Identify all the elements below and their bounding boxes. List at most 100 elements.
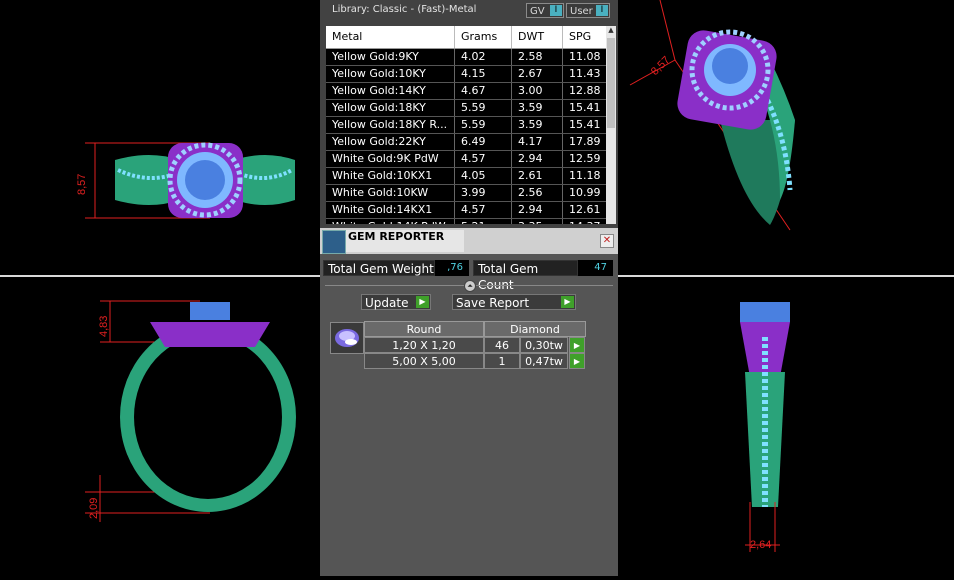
metal-table-header: Metal Grams DWT SPG xyxy=(326,26,606,49)
update-label: Update xyxy=(365,296,409,310)
viewport-top-left[interactable]: 8,57 xyxy=(0,0,320,275)
save-report-button[interactable]: Save Report ▶ xyxy=(452,294,576,310)
dwt-cell: 2.67 xyxy=(512,66,563,82)
gem-reporter-title: GEM REPORTER xyxy=(348,230,445,243)
metal-library-panel: Library: Classic - (Fast)-Metal GV I Use… xyxy=(320,0,618,228)
grams-cell: 5.59 xyxy=(455,100,512,116)
splitter-handle-icon[interactable]: ⏶ xyxy=(464,280,476,292)
column-metal[interactable]: Metal xyxy=(326,26,455,48)
library-title: Library: Classic - (Fast)-Metal xyxy=(332,4,477,15)
column-dwt[interactable]: DWT xyxy=(512,26,563,48)
diamond-icon xyxy=(335,329,359,347)
scroll-thumb[interactable] xyxy=(607,38,615,128)
dwt-cell: 2.56 xyxy=(512,185,563,201)
metal-table-row[interactable]: White Gold:9K PdW 4.57 2.94 12.59 xyxy=(326,151,606,168)
metal-name-cell: White Gold:9K PdW xyxy=(326,151,455,167)
metal-name-cell: Yellow Gold:22KY xyxy=(326,134,455,150)
round-gem-thumbnail[interactable] xyxy=(330,322,364,354)
grams-cell: 5.59 xyxy=(455,117,512,133)
metal-table-row[interactable]: White Gold:14KX1 4.57 2.94 12.61 xyxy=(326,202,606,219)
metal-name-cell: Yellow Gold:18KY R... xyxy=(326,117,455,133)
metal-table-row[interactable]: Yellow Gold:18KY R... 5.59 3.59 15.41 xyxy=(326,117,606,134)
gem-weight-cell: 0,30tw xyxy=(520,337,568,353)
metal-name-cell: White Gold:14K PdW xyxy=(326,219,455,224)
gem-size-cell: 5,00 X 5,00 xyxy=(364,353,484,369)
metal-name-cell: White Gold:10KW xyxy=(326,185,455,201)
dimension-head-height: 4,83 xyxy=(98,315,110,337)
update-button[interactable]: Update ▶ xyxy=(361,294,431,310)
metal-name-cell: Yellow Gold:9KY xyxy=(326,49,455,65)
metal-name-cell: Yellow Gold:14KY xyxy=(326,83,455,99)
save-report-label: Save Report xyxy=(456,296,530,310)
gv-label: GV xyxy=(530,6,545,17)
grams-cell: 4.05 xyxy=(455,168,512,184)
total-count-value: 47 xyxy=(578,260,613,276)
gem-count-cell: 46 xyxy=(484,337,520,353)
dimension-height: 8,57 xyxy=(76,173,88,195)
gem-row-go-icon[interactable]: ▶ xyxy=(569,353,585,369)
metal-table-row[interactable]: Yellow Gold:9KY 4.02 2.58 11.08 xyxy=(326,49,606,66)
metal-table-row[interactable]: Yellow Gold:10KY 4.15 2.67 11.43 xyxy=(326,66,606,83)
total-weight-label: Total Gem Weight xyxy=(323,260,435,276)
grams-cell: 4.15 xyxy=(455,66,512,82)
grams-cell: 4.57 xyxy=(455,202,512,218)
spg-cell: 15.41 xyxy=(563,100,606,116)
total-weight-value: ,76 xyxy=(435,260,469,276)
ring-front-view xyxy=(740,302,790,552)
gem-reporter-icon xyxy=(322,230,346,254)
grams-cell: 3.99 xyxy=(455,185,512,201)
dwt-cell: 2.58 xyxy=(512,49,563,65)
dwt-cell: 2.94 xyxy=(512,151,563,167)
gem-size-cell: 1,20 X 1,20 xyxy=(364,337,484,353)
scroll-up-icon[interactable]: ▲ xyxy=(606,26,616,36)
dwt-cell: 4.17 xyxy=(512,134,563,150)
viewport-top-right[interactable]: 8,57 xyxy=(620,0,954,275)
metal-table-row[interactable]: Yellow Gold:22KY 6.49 4.17 17.89 xyxy=(326,134,606,151)
gem-reporter-panel: GEM REPORTER ✕ Total Gem Weight ,76 Tota… xyxy=(320,228,618,576)
gv-toggle[interactable]: GV I xyxy=(526,3,564,18)
metal-table-row[interactable]: White Gold:10KX1 4.05 2.61 11.18 xyxy=(326,168,606,185)
grams-cell: 6.49 xyxy=(455,134,512,150)
metal-table-scrollbar[interactable]: ▲ xyxy=(606,26,616,224)
grams-cell: 4.57 xyxy=(455,151,512,167)
save-go-icon: ▶ xyxy=(561,296,574,308)
dwt-cell: 3.35 xyxy=(512,219,563,224)
metal-name-cell: White Gold:14KX1 xyxy=(326,202,455,218)
metal-table-body: Yellow Gold:9KY 4.02 2.58 11.08 Yellow Gold:… xyxy=(326,49,606,224)
user-toggle[interactable]: User I xyxy=(566,3,610,18)
column-spg[interactable]: SPG xyxy=(563,26,606,48)
metal-table-row[interactable]: White Gold:10KW 3.99 2.56 10.99 xyxy=(326,185,606,202)
gem-weight-cell: 0,47tw xyxy=(520,353,568,369)
spg-cell: 15.41 xyxy=(563,117,606,133)
column-grams[interactable]: Grams xyxy=(455,26,512,48)
dwt-cell: 3.59 xyxy=(512,117,563,133)
spg-cell: 11.18 xyxy=(563,168,606,184)
update-go-icon: ▶ xyxy=(416,296,429,308)
viewport-bottom-right[interactable]: 2,64 xyxy=(620,277,954,576)
ring-side-view xyxy=(85,300,296,522)
gem-shape-header: Round xyxy=(364,321,484,337)
metal-name-cell: Yellow Gold:18KY xyxy=(326,100,455,116)
ring-perspective-view xyxy=(629,0,795,231)
metal-name-cell: Yellow Gold:10KY xyxy=(326,66,455,82)
gv-toggle-icon: I xyxy=(550,5,562,16)
viewport-bottom-left[interactable]: 4,83 2,09 xyxy=(0,277,320,576)
spg-cell: 17.89 xyxy=(563,134,606,150)
metal-name-cell: White Gold:10KX1 xyxy=(326,168,455,184)
spg-cell: 10.99 xyxy=(563,185,606,201)
spg-cell: 12.88 xyxy=(563,83,606,99)
grams-cell: 5.21 xyxy=(455,219,512,224)
gem-reporter-titlebar: GEM REPORTER ✕ xyxy=(320,228,618,254)
metal-table-row[interactable]: White Gold:14K PdW5.213.3514.37 xyxy=(326,219,606,224)
close-icon[interactable]: ✕ xyxy=(600,234,614,248)
grams-cell: 4.02 xyxy=(455,49,512,65)
metal-table-row[interactable]: Yellow Gold:14KY 4.67 3.00 12.88 xyxy=(326,83,606,100)
metal-table-row[interactable]: Yellow Gold:18KY 5.59 3.59 15.41 xyxy=(326,100,606,117)
ring-top-view xyxy=(85,142,295,219)
dwt-cell: 2.61 xyxy=(512,168,563,184)
gem-row-go-icon[interactable]: ▶ xyxy=(569,337,585,353)
gem-type-header: Diamond xyxy=(484,321,586,337)
spg-cell: 11.08 xyxy=(563,49,606,65)
dimension-shank-thickness: 2,09 xyxy=(88,497,100,519)
user-label: User xyxy=(570,6,593,17)
